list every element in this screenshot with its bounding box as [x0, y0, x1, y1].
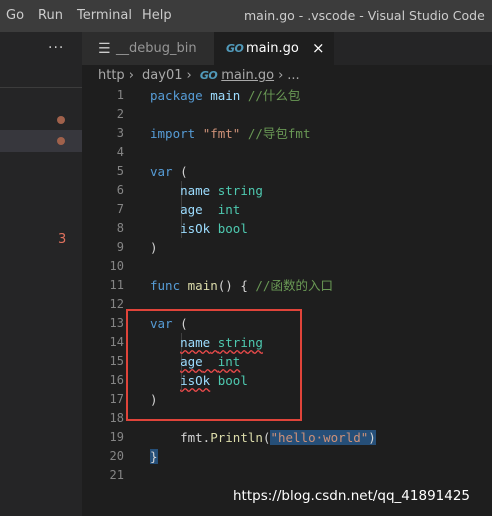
keyword: package: [150, 88, 203, 103]
line-number: 3: [116, 126, 124, 140]
line-number: 2: [116, 107, 124, 121]
code-line: 5 var (: [82, 162, 492, 181]
watermark: https://blog.csdn.net/qq_41891425: [233, 488, 471, 504]
modified-dot-icon: [57, 137, 65, 145]
line-number: 9: [116, 240, 124, 254]
comment: //函数的入口: [255, 278, 333, 293]
code-line: 4: [82, 143, 492, 162]
go-file-icon: GO: [199, 69, 218, 82]
line-number: 14: [109, 335, 124, 349]
red-highlight-box: [126, 309, 302, 421]
breadcrumb-folder-http[interactable]: http: [98, 68, 125, 83]
more-actions-icon[interactable]: ···: [48, 40, 64, 56]
line-number: 1: [116, 88, 124, 102]
comment: //导包fmt: [247, 126, 311, 141]
explorer-sidebar: ··· 3: [0, 32, 82, 516]
close-icon[interactable]: ×: [312, 39, 325, 57]
identifier: isOk: [180, 221, 211, 236]
menu-run[interactable]: Run: [38, 8, 63, 23]
type-name: int: [217, 202, 241, 217]
go-file-icon: GO: [226, 42, 244, 55]
identifier: age: [180, 202, 203, 217]
line-number: 15: [109, 354, 124, 368]
code-line: 2: [82, 105, 492, 124]
sidebar-selected-item[interactable]: [0, 130, 82, 152]
line-number: 12: [109, 297, 124, 311]
keyword: import: [150, 126, 196, 141]
keyword: func: [150, 278, 181, 293]
code-line: 20 }: [82, 447, 492, 466]
line-number: 16: [109, 373, 124, 387]
modified-dot-icon: [57, 116, 65, 124]
line-number: 19: [109, 430, 124, 444]
type-name: string: [217, 183, 263, 198]
window-title: main.go - .vscode - Visual Studio Code: [244, 8, 485, 23]
identifier: main: [210, 88, 241, 103]
tab-main-go[interactable]: GO main.go ×: [214, 32, 334, 65]
line-number: 5: [116, 164, 124, 178]
comment: //什么包: [247, 88, 301, 103]
chevron-right-icon: ›: [186, 68, 192, 83]
line-number: 8: [116, 221, 124, 235]
breadcrumb-file[interactable]: main.go: [221, 68, 274, 83]
breadcrumb-folder-day01[interactable]: day01: [142, 68, 182, 83]
editor-tab-bar: ☰ __debug_bin GO main.go ×: [82, 32, 492, 65]
punctuation-selected: }: [150, 449, 158, 464]
sidebar-divider: [0, 87, 82, 88]
code-line: 21: [82, 466, 492, 485]
line-number: 17: [109, 392, 124, 406]
punctuation: ): [368, 430, 376, 445]
line-number: 21: [109, 468, 124, 482]
punctuation: ): [150, 240, 158, 255]
menu-terminal[interactable]: Terminal: [77, 8, 132, 23]
code-line: 3 import "fmt" //导包fmt: [82, 124, 492, 143]
chevron-right-icon: ›: [128, 68, 134, 83]
tab-label: main.go: [246, 41, 299, 56]
tab-label: __debug_bin: [116, 41, 197, 56]
line-number: 13: [109, 316, 124, 330]
breadcrumb: http › day01 › GO main.go ›...: [98, 68, 304, 86]
line-number: 4: [116, 145, 124, 159]
line-number: 6: [116, 183, 124, 197]
code-line: 9 ): [82, 238, 492, 257]
code-line: 19 fmt.Println("hello·world"): [82, 428, 492, 447]
line-number: 20: [109, 449, 124, 463]
breadcrumb-more[interactable]: ...: [287, 68, 299, 83]
title-bar: Go Run Terminal Help main.go - .vscode -…: [0, 0, 492, 32]
chevron-right-icon: ›: [278, 68, 284, 83]
code-line: 7 age int: [82, 200, 492, 219]
code-line: 1 package main //什么包: [82, 86, 492, 105]
line-number: 10: [109, 259, 124, 273]
code-editor[interactable]: 1 package main //什么包 2 3 import "fmt" //…: [82, 86, 492, 516]
line-number: 18: [109, 411, 124, 425]
package-ref: fmt.: [180, 430, 211, 445]
punctuation: (: [180, 164, 188, 179]
line-number: 11: [109, 278, 124, 292]
string-literal-selected: "hello·world": [270, 430, 369, 445]
punctuation: () {: [217, 278, 248, 293]
menu-help[interactable]: Help: [142, 8, 172, 23]
identifier: name: [180, 183, 211, 198]
code-line: 11 func main() { //函数的入口: [82, 276, 492, 295]
keyword: var: [150, 164, 173, 179]
tab-debug-bin[interactable]: ☰ __debug_bin: [82, 32, 214, 65]
function-name: main: [187, 278, 218, 293]
sidebar-header: ···: [0, 32, 82, 70]
line-number: 7: [116, 202, 124, 216]
code-line: 6 name string: [82, 181, 492, 200]
code-line: 10: [82, 257, 492, 276]
file-icon: ☰: [98, 41, 111, 57]
type-name: bool: [217, 221, 248, 236]
problem-count-badge: 3: [58, 232, 67, 247]
string-literal: "fmt": [202, 126, 241, 141]
function-name: Println: [210, 430, 263, 445]
menu-go[interactable]: Go: [6, 8, 24, 23]
code-line: 8 isOk bool: [82, 219, 492, 238]
